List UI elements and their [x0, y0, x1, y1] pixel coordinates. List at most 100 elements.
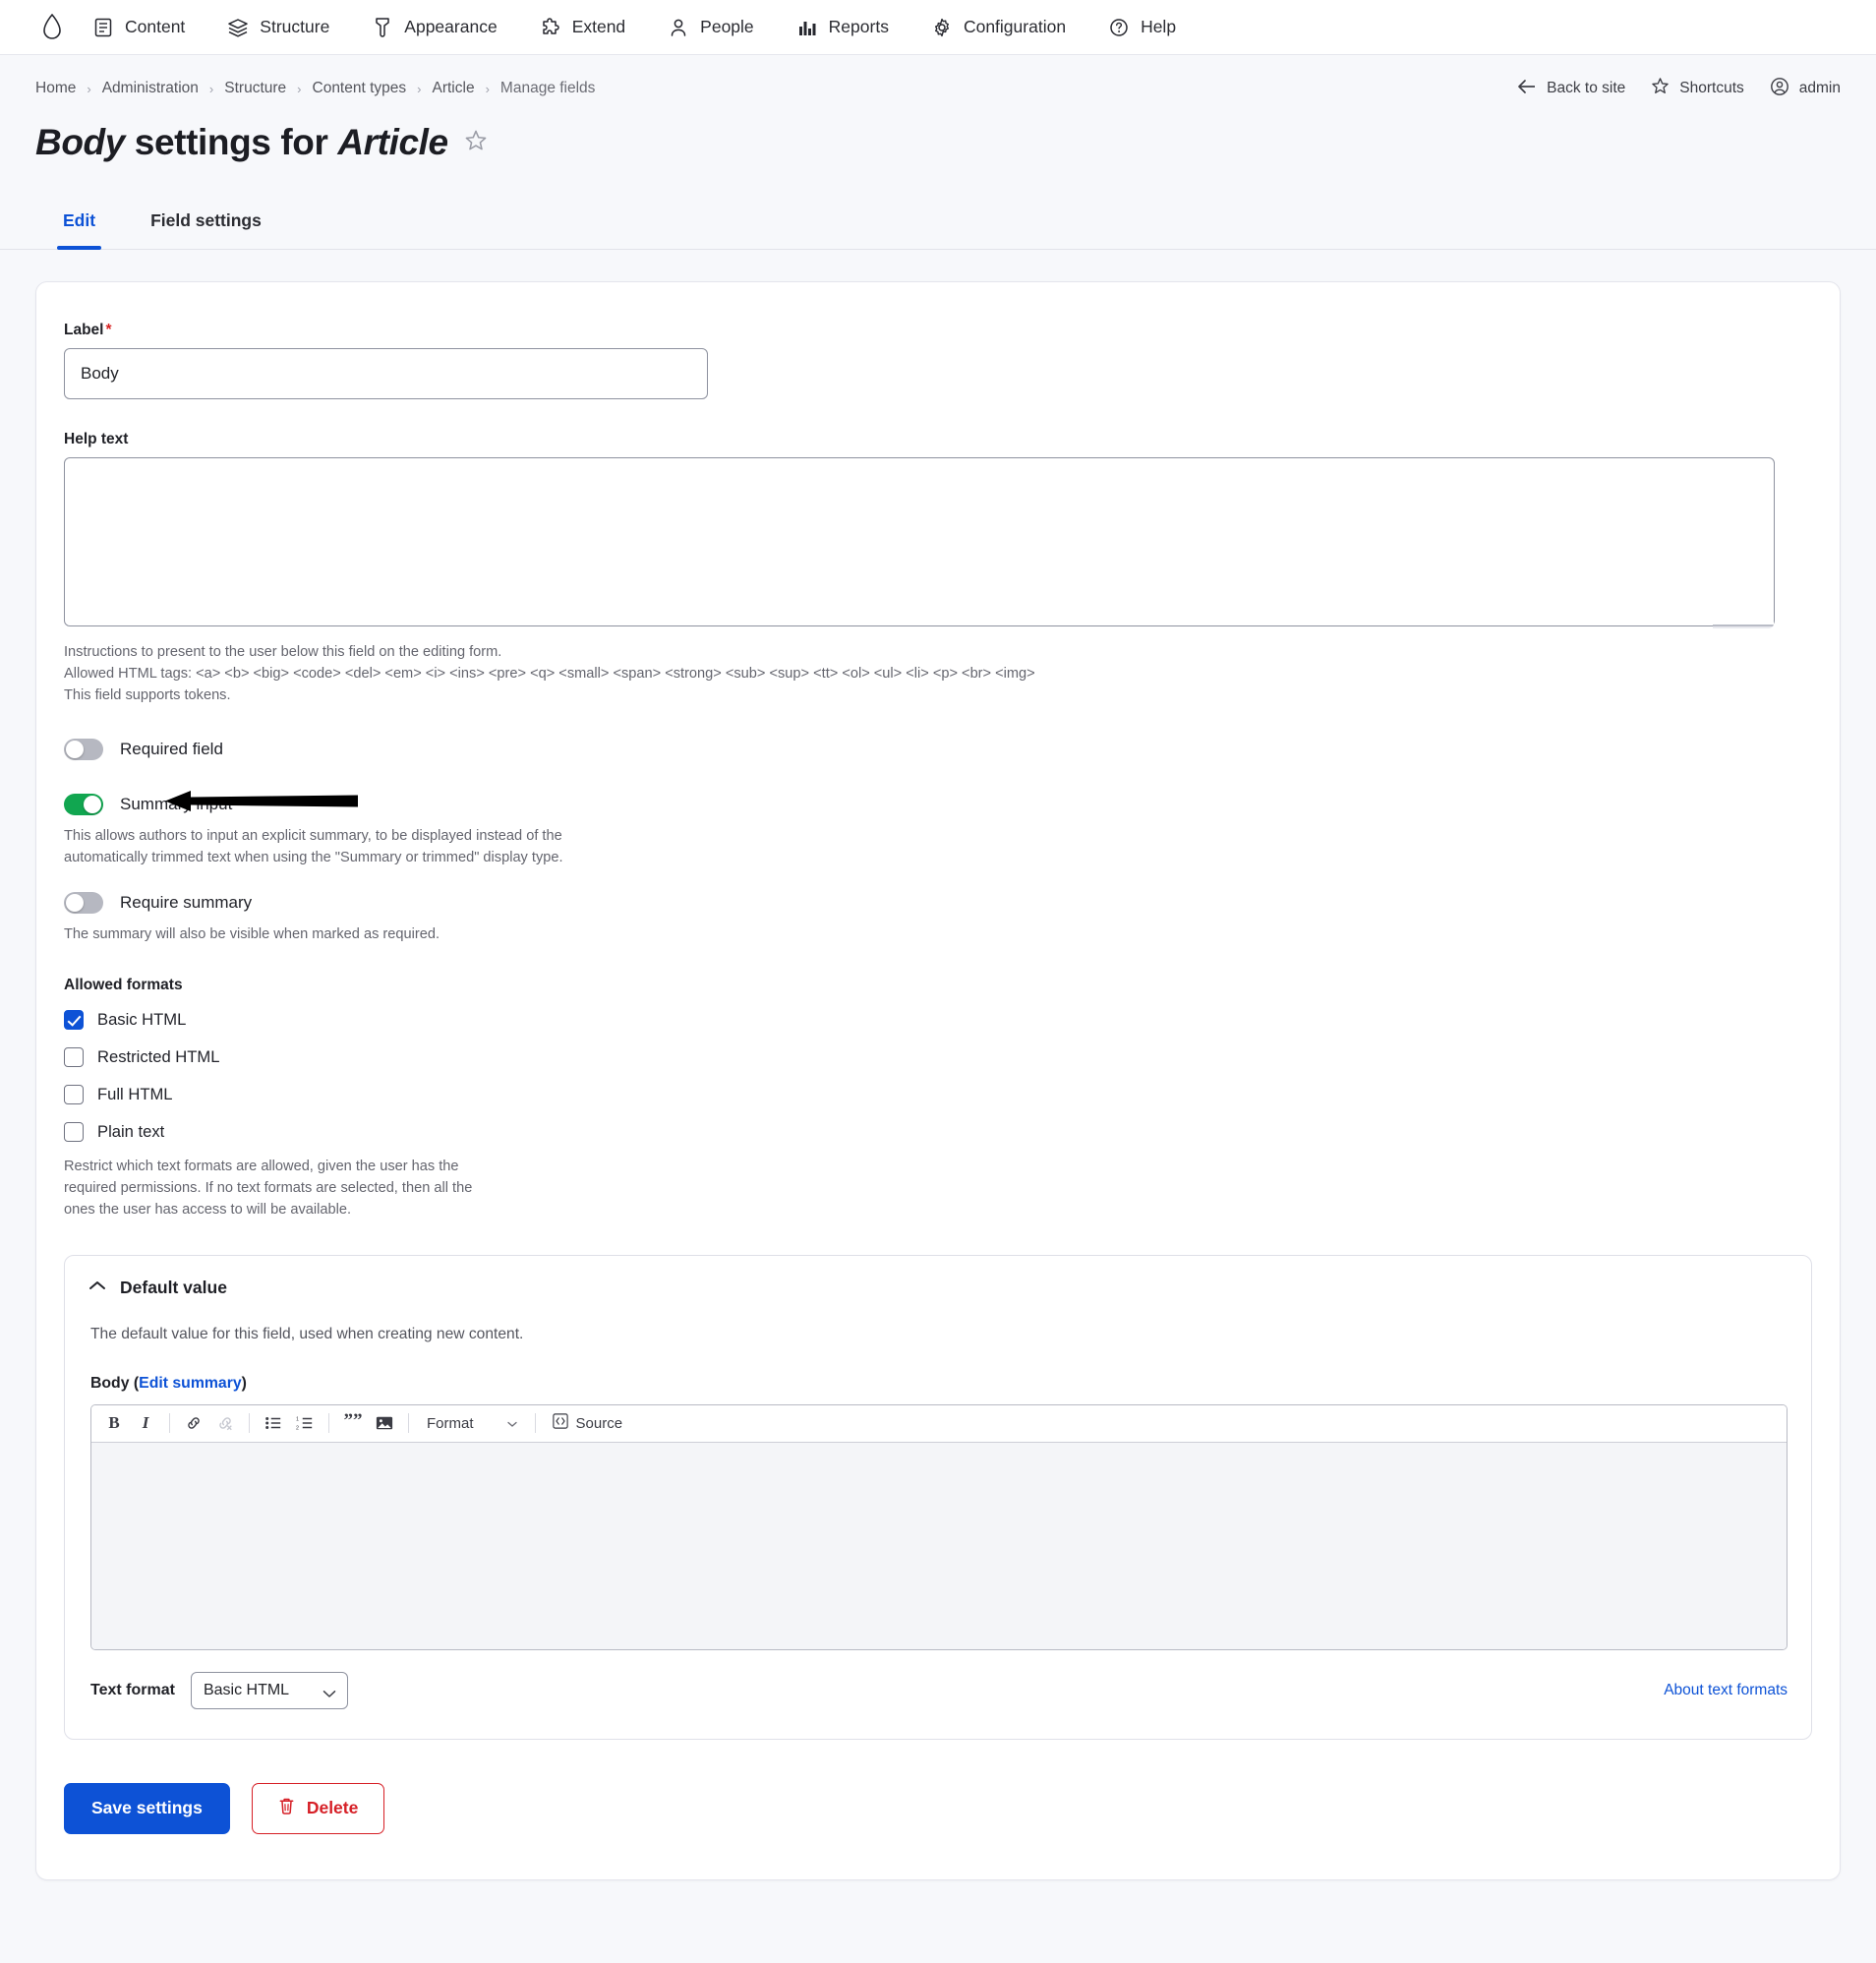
people-person-icon	[668, 17, 689, 38]
required-field-toggle[interactable]	[64, 739, 103, 760]
link-icon[interactable]	[179, 1409, 208, 1437]
help-text-desc-line-3: This field supports tokens.	[64, 684, 1812, 706]
default-value-summary[interactable]: Default value	[88, 1278, 1788, 1298]
chevron-down-icon	[507, 1415, 517, 1432]
breadcrumb-separator-icon: ›	[87, 82, 90, 96]
require-summary-toggle[interactable]	[64, 892, 103, 914]
paren-close: )	[242, 1375, 247, 1392]
page-title-bundle-name: Article	[337, 122, 447, 162]
summary-input-toggle-label: Summary input	[120, 795, 232, 814]
back-to-site-link[interactable]: Back to site	[1517, 79, 1625, 99]
toolbar-item-appearance[interactable]: Appearance	[372, 17, 517, 38]
form-actions: Save settings Delete	[64, 1783, 1812, 1834]
structure-layers-icon	[227, 17, 249, 38]
breadcrumb-item-administration[interactable]: Administration	[102, 80, 199, 97]
label-field-label-text: Label	[64, 322, 103, 338]
bulleted-list-icon[interactable]	[259, 1409, 288, 1437]
svg-text:1: 1	[296, 1417, 299, 1423]
tab-field-settings[interactable]: Field settings	[123, 210, 289, 249]
checkbox-restricted-html[interactable]	[64, 1047, 84, 1067]
summary-input-toggle[interactable]	[64, 794, 103, 815]
chevron-down-icon	[322, 1686, 336, 1703]
checkbox-plain-text[interactable]	[64, 1122, 84, 1142]
toolbar-item-people[interactable]: People	[668, 17, 775, 38]
toolbar-item-content[interactable]: Content	[92, 17, 205, 38]
breadcrumb-item-home[interactable]: Home	[35, 80, 76, 97]
require-summary-toggle-label: Require summary	[120, 893, 252, 913]
delete-button-label: Delete	[307, 1798, 359, 1818]
toolbar-item-label: People	[700, 17, 754, 37]
source-code-icon	[553, 1413, 568, 1433]
chevron-up-icon	[88, 1279, 106, 1296]
unlink-icon	[210, 1409, 240, 1437]
edit-summary-link[interactable]: Edit summary	[139, 1375, 241, 1392]
page-title-row: Body settings for Article	[0, 112, 1876, 163]
back-to-site-label: Back to site	[1547, 80, 1625, 97]
save-settings-button[interactable]: Save settings	[64, 1783, 230, 1834]
ckeditor-toolbar: B I 1	[91, 1405, 1787, 1443]
star-outline-icon	[1651, 77, 1670, 100]
breadcrumb-item-structure[interactable]: Structure	[224, 80, 286, 97]
checkbox-restricted-html-label: Restricted HTML	[97, 1047, 219, 1067]
require-summary-description: The summary will also be visible when ma…	[64, 923, 1812, 945]
numbered-list-icon[interactable]: 12	[290, 1409, 320, 1437]
help-text-desc-line-2: Allowed HTML tags: <a> <b> <big> <code> …	[64, 663, 1812, 684]
breadcrumb-item-article[interactable]: Article	[433, 80, 475, 97]
delete-button[interactable]: Delete	[252, 1783, 385, 1834]
breadcrumb: Home › Administration › Structure › Cont…	[35, 80, 595, 97]
bold-glyph: B	[108, 1413, 119, 1433]
text-format-label: Text format	[90, 1682, 175, 1699]
breadcrumb-item-content-types[interactable]: Content types	[313, 80, 407, 97]
help-question-icon	[1108, 17, 1130, 38]
checkbox-full-html-label: Full HTML	[97, 1085, 173, 1104]
toolbar-item-label: Help	[1141, 17, 1176, 37]
content-icon	[92, 17, 114, 38]
shortcuts-label: Shortcuts	[1679, 80, 1743, 97]
user-account-link[interactable]: admin	[1770, 77, 1841, 101]
label-input[interactable]	[64, 348, 708, 399]
ckeditor-content-area[interactable]	[91, 1443, 1787, 1649]
checkbox-full-html[interactable]	[64, 1085, 84, 1104]
source-button[interactable]: Source	[545, 1413, 631, 1433]
about-text-formats-link[interactable]: About text formats	[1664, 1682, 1788, 1699]
arrow-left-icon	[1517, 79, 1537, 99]
required-marker: *	[105, 322, 111, 338]
field-settings-form: Label* Help text Instructions to present…	[35, 281, 1841, 1880]
drupal-drop-icon[interactable]	[35, 14, 69, 41]
required-field-toggle-row: Required field	[64, 739, 1812, 760]
shortcuts-link[interactable]: Shortcuts	[1651, 77, 1743, 100]
format-dropdown[interactable]: Format	[418, 1409, 526, 1437]
blockquote-button[interactable]: ””	[338, 1409, 368, 1437]
help-text-description: Instructions to present to the user belo…	[64, 641, 1812, 707]
allowed-formats-description: Restrict which text formats are allowed,…	[64, 1156, 477, 1221]
help-text-textarea[interactable]	[64, 457, 1775, 626]
tab-edit[interactable]: Edit	[35, 210, 123, 249]
primary-tabs: Edit Field settings	[0, 189, 1876, 250]
toolbar-item-extend[interactable]: Extend	[540, 17, 646, 38]
appearance-paintbrush-icon	[372, 17, 393, 38]
label-field-label: Label*	[64, 322, 1812, 339]
help-text-wrapper	[64, 457, 1775, 631]
default-value-description: The default value for this field, used w…	[90, 1326, 1788, 1343]
extend-puzzle-icon	[540, 17, 561, 38]
italic-button[interactable]: I	[131, 1409, 160, 1437]
format-dropdown-label: Format	[427, 1415, 474, 1432]
toolbar-item-help[interactable]: Help	[1108, 17, 1197, 38]
bold-button[interactable]: B	[99, 1409, 129, 1437]
toolbar-item-structure[interactable]: Structure	[227, 17, 350, 38]
breadcrumb-separator-icon: ›	[209, 82, 213, 96]
page-title: Body settings for Article	[35, 122, 448, 163]
source-button-label: Source	[576, 1415, 623, 1432]
toolbar-item-reports[interactable]: Reports	[796, 17, 909, 38]
breadcrumb-separator-icon: ›	[486, 82, 490, 96]
checkbox-basic-html[interactable]	[64, 1010, 84, 1030]
toolbar-item-configuration[interactable]: Configuration	[931, 17, 1086, 38]
user-zone: Back to site Shortcuts admin	[1517, 77, 1841, 101]
svg-text:2: 2	[296, 1425, 299, 1431]
page-title-middle: settings for	[135, 122, 328, 162]
allowed-format-row-basic-html: Basic HTML	[64, 1006, 1812, 1034]
blockquote-glyph: ””	[344, 1411, 363, 1430]
image-icon[interactable]	[370, 1409, 399, 1437]
star-outline-icon[interactable]	[464, 129, 488, 157]
text-format-select[interactable]: Basic HTML	[191, 1672, 348, 1709]
